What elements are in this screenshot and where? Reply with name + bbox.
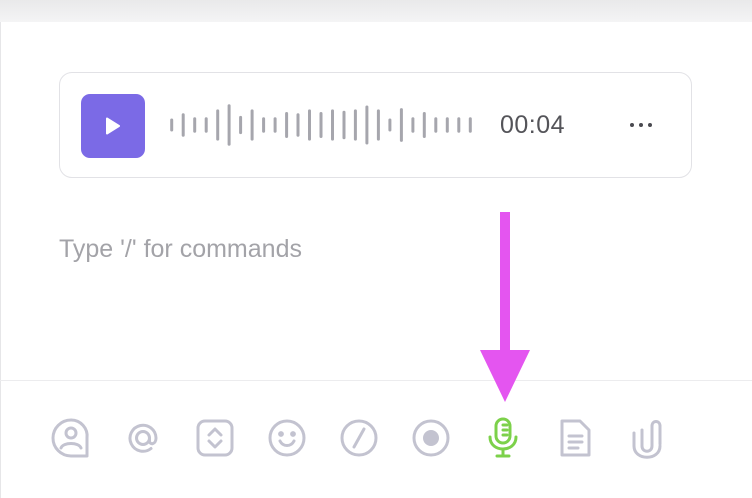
mention-button[interactable] <box>121 416 165 460</box>
waveform-bar <box>170 118 174 132</box>
waveform-bar <box>181 113 185 137</box>
editor-input[interactable]: Type '/' for commands <box>59 235 302 264</box>
more-options-icon[interactable] <box>626 117 656 133</box>
microphone-icon <box>488 417 518 458</box>
record-button[interactable] <box>409 416 453 460</box>
waveform-bar <box>445 117 449 133</box>
waveform-bar <box>285 112 289 138</box>
waveform-bar <box>193 117 197 133</box>
waveform-bar <box>319 112 323 138</box>
waveform-bar <box>273 117 277 133</box>
waveform-bar <box>434 117 438 133</box>
waveform-bar <box>365 105 369 145</box>
waveform-bar <box>342 110 346 140</box>
waveform-bar <box>216 109 220 141</box>
toolbar-divider <box>0 380 752 381</box>
microphone-button[interactable] <box>481 416 525 460</box>
waveform-bar <box>388 118 392 132</box>
waveform-bar <box>331 109 334 141</box>
expand-icon <box>196 419 234 457</box>
play-button[interactable] <box>81 94 145 158</box>
composer-toolbar <box>0 400 752 480</box>
waveform-bar <box>411 117 415 133</box>
slash-command-icon <box>340 419 378 457</box>
audio-waveform[interactable] <box>166 99 476 151</box>
waveform-bar <box>422 112 426 138</box>
waveform-bar <box>376 109 380 141</box>
waveform-bar <box>239 115 243 135</box>
waveform-bar <box>296 113 300 137</box>
waveform-bar <box>227 104 231 146</box>
play-icon <box>106 117 120 135</box>
annotation-arrow <box>480 212 530 402</box>
attachment-icon <box>632 420 662 459</box>
waveform-bar <box>308 109 311 141</box>
slash-command-button[interactable] <box>337 416 381 460</box>
assign-user-icon <box>51 418 89 458</box>
document-icon <box>560 419 591 457</box>
waveform-bar <box>353 109 357 141</box>
waveform-bar <box>399 108 403 142</box>
voice-message-card: 00:04 <box>59 72 692 178</box>
waveform-bar <box>468 117 472 133</box>
audio-duration: 00:04 <box>500 111 566 139</box>
assign-user-button[interactable] <box>49 416 93 460</box>
expand-button[interactable] <box>193 416 237 460</box>
window-top-band <box>0 0 752 22</box>
mention-icon <box>128 423 158 453</box>
waveform-bar <box>250 109 254 141</box>
emoji-icon <box>268 419 306 457</box>
document-button[interactable] <box>553 416 597 460</box>
emoji-button[interactable] <box>265 416 309 460</box>
waveform-bar <box>262 117 266 133</box>
waveform-bar <box>204 117 208 133</box>
attachment-button[interactable] <box>625 416 669 460</box>
waveform-bar <box>457 117 461 133</box>
record-icon <box>412 419 450 457</box>
